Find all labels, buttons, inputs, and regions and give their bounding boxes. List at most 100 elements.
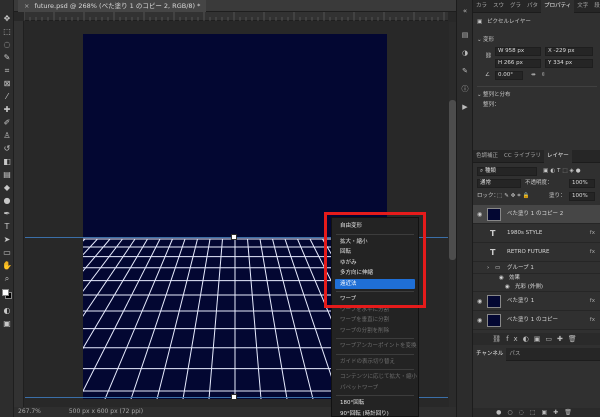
tab-character[interactable]: 文字 bbox=[574, 0, 591, 13]
menu-separator bbox=[336, 353, 414, 355]
layer-filter-icons[interactable]: ▣◐T⬚◈● bbox=[543, 167, 583, 176]
blur-tool-icon[interactable]: ◆ bbox=[2, 183, 12, 193]
grid-line bbox=[259, 238, 288, 399]
eye-icon[interactable]: ◉ bbox=[477, 205, 482, 224]
panel-arrow-icon[interactable]: « bbox=[460, 6, 470, 16]
document-tab[interactable]: × future.psd @ 268% (べた塗り 1 のコピー 2, RGB/8… bbox=[18, 0, 207, 12]
eraser-tool-icon[interactable]: ◧ bbox=[2, 157, 12, 167]
tab-patterns[interactable]: パタ bbox=[524, 0, 541, 13]
quick-select-tool-icon[interactable]: ✎ bbox=[2, 53, 12, 63]
layer-row[interactable]: T 1980s STYLE fx bbox=[473, 224, 600, 243]
eye-icon[interactable]: ◉ bbox=[477, 292, 482, 311]
layer-name: べた塗り 1 のコピー bbox=[507, 317, 558, 323]
layer-row[interactable]: T RETRO FUTURE fx bbox=[473, 243, 600, 262]
hand-tool-icon[interactable]: ✋ bbox=[2, 261, 12, 271]
actions-panel-icon[interactable]: ▶ bbox=[460, 102, 470, 112]
pen-tool-icon[interactable]: ✒ bbox=[2, 209, 12, 219]
tab-channels[interactable]: チャンネル bbox=[473, 348, 507, 361]
align-heading: 整列と分布 bbox=[483, 92, 511, 98]
fx-icon[interactable]: fx bbox=[590, 311, 595, 330]
flip-horizontal-icon[interactable]: ⇹ bbox=[531, 71, 536, 80]
menu-separator bbox=[336, 338, 414, 339]
opacity-field[interactable]: 100% bbox=[569, 179, 595, 188]
ruler-horizontal[interactable] bbox=[24, 12, 448, 21]
layer-thumbnail bbox=[487, 208, 501, 221]
eye-icon[interactable]: ◉ bbox=[477, 311, 482, 330]
angle-field[interactable]: 0.00° bbox=[495, 71, 523, 80]
layer-filter-select[interactable]: ⌕ 種類 bbox=[477, 167, 537, 176]
layer-group-row[interactable]: › ▭ グループ 1 bbox=[473, 262, 600, 274]
ruler-vertical[interactable] bbox=[14, 21, 24, 407]
align-section-chevron-icon[interactable]: ⌄ bbox=[477, 91, 482, 100]
layer-thumbnail bbox=[487, 314, 501, 327]
transform-section-chevron-icon[interactable]: ⌄ bbox=[477, 36, 482, 45]
adjustments-panel-icon[interactable]: ◑ bbox=[460, 48, 470, 58]
screen-mode-icon[interactable]: ▣ bbox=[2, 319, 12, 329]
type-tool-icon[interactable]: T bbox=[2, 222, 12, 232]
tab-layers[interactable]: レイヤー bbox=[543, 150, 572, 163]
marquee-tool-icon[interactable]: ⬚ bbox=[2, 27, 12, 37]
crop-tool-icon[interactable]: ⌗ bbox=[2, 66, 12, 76]
paths-footer-icons[interactable]: ●○◌⬚▣✚🗑 bbox=[473, 408, 600, 417]
transform-handle-top[interactable] bbox=[231, 234, 237, 240]
transform-handle-bottom[interactable] bbox=[231, 394, 237, 400]
zoom-tool-icon[interactable]: ⌕ bbox=[2, 274, 12, 284]
menu-item-rotate-180[interactable]: 180°回転 bbox=[332, 398, 418, 409]
fill-field[interactable]: 100% bbox=[569, 192, 595, 201]
quick-mask-icon[interactable]: ◐ bbox=[2, 306, 12, 316]
gradient-tool-icon[interactable]: ▤ bbox=[2, 170, 12, 180]
info-panel-icon[interactable]: ⓘ bbox=[460, 84, 470, 94]
effect-eye-icon[interactable]: ◉ bbox=[505, 283, 510, 292]
flip-vertical-icon[interactable]: ⇳ bbox=[541, 71, 546, 80]
x-field[interactable]: X -229 px bbox=[545, 47, 593, 56]
canvas-scrollbar-thumb[interactable] bbox=[449, 100, 456, 260]
fx-icon[interactable]: fx bbox=[590, 224, 595, 243]
move-tool-icon[interactable]: ✥ bbox=[2, 14, 12, 24]
lasso-tool-icon[interactable]: ◌ bbox=[2, 40, 12, 50]
chevron-right-icon[interactable]: › bbox=[487, 262, 489, 274]
menu-item-remove-warp-split: ワープの分割を削除 bbox=[340, 327, 390, 334]
grid-line bbox=[208, 238, 223, 399]
history-panel-icon[interactable]: ▤ bbox=[460, 30, 470, 40]
menu-item-rotate-90-cw[interactable]: 90°回転 (時計回り) bbox=[332, 409, 418, 417]
tab-swatches[interactable]: スウ bbox=[490, 0, 507, 13]
menu-item-puppet-warp: パペットワープ bbox=[340, 384, 379, 391]
healing-tool-icon[interactable]: ✚ bbox=[2, 105, 12, 115]
brush-tool-icon[interactable]: ✐ bbox=[2, 118, 12, 128]
tab-gradients[interactable]: グラ bbox=[507, 0, 524, 13]
brush-panel-icon[interactable]: ✎ bbox=[460, 66, 470, 76]
tab-paths[interactable]: パス bbox=[506, 348, 523, 361]
fx-icon[interactable]: fx bbox=[590, 292, 595, 311]
properties-tab-bar: カラスウグラパタプロパティ文字段落 bbox=[473, 0, 600, 13]
tab-color[interactable]: カラ bbox=[473, 0, 490, 13]
effects-eye-icon[interactable]: ◉ bbox=[499, 274, 504, 283]
effect-row[interactable]: ◉ 光彩 (外側) bbox=[473, 283, 600, 292]
y-field[interactable]: Y 334 px bbox=[545, 59, 593, 68]
tab-properties[interactable]: プロパティ bbox=[541, 0, 575, 13]
close-tab-icon[interactable]: × bbox=[24, 0, 29, 12]
height-field[interactable]: H 266 px bbox=[495, 59, 541, 68]
foreground-color-swatch[interactable] bbox=[2, 289, 9, 296]
tab-cc-libraries[interactable]: CC ライブラリ bbox=[501, 150, 544, 163]
tab-paragraph[interactable]: 段落 bbox=[591, 0, 600, 13]
link-dimensions-icon[interactable]: ⛓ bbox=[485, 52, 492, 61]
layers-footer-icons[interactable]: ⛓fx◐▣▭✚🗑 bbox=[473, 333, 600, 345]
history-brush-tool-icon[interactable]: ↺ bbox=[2, 144, 12, 154]
grid-line bbox=[83, 238, 123, 292]
layer-row[interactable]: ◉ べた塗り 1 のコピー fx bbox=[473, 311, 600, 330]
fx-icon[interactable]: fx bbox=[590, 243, 595, 262]
frame-tool-icon[interactable]: ⊠ bbox=[2, 79, 12, 89]
lock-icons[interactable]: ⬚✎✥⌗🔒 bbox=[497, 192, 531, 201]
tab-adjustments[interactable]: 色調補正 bbox=[473, 150, 501, 163]
path-select-tool-icon[interactable]: ➤ bbox=[2, 235, 12, 245]
layer-row[interactable]: ◉ べた塗り 1 のコピー 2 bbox=[473, 205, 600, 224]
layer-row[interactable]: ◉ べた塗り 1 fx bbox=[473, 292, 600, 311]
stamp-tool-icon[interactable]: ♙ bbox=[2, 131, 12, 141]
dodge-tool-icon[interactable]: ● bbox=[2, 196, 12, 206]
shape-tool-icon[interactable]: ▭ bbox=[2, 248, 12, 258]
zoom-readout[interactable]: 267.7% bbox=[14, 408, 41, 415]
blend-mode-select[interactable]: 通常 bbox=[477, 179, 521, 188]
width-field[interactable]: W 958 px bbox=[495, 47, 541, 56]
effect-row[interactable]: ◉ 効果 bbox=[473, 274, 600, 283]
eyedropper-tool-icon[interactable]: ⁄ bbox=[2, 92, 12, 102]
